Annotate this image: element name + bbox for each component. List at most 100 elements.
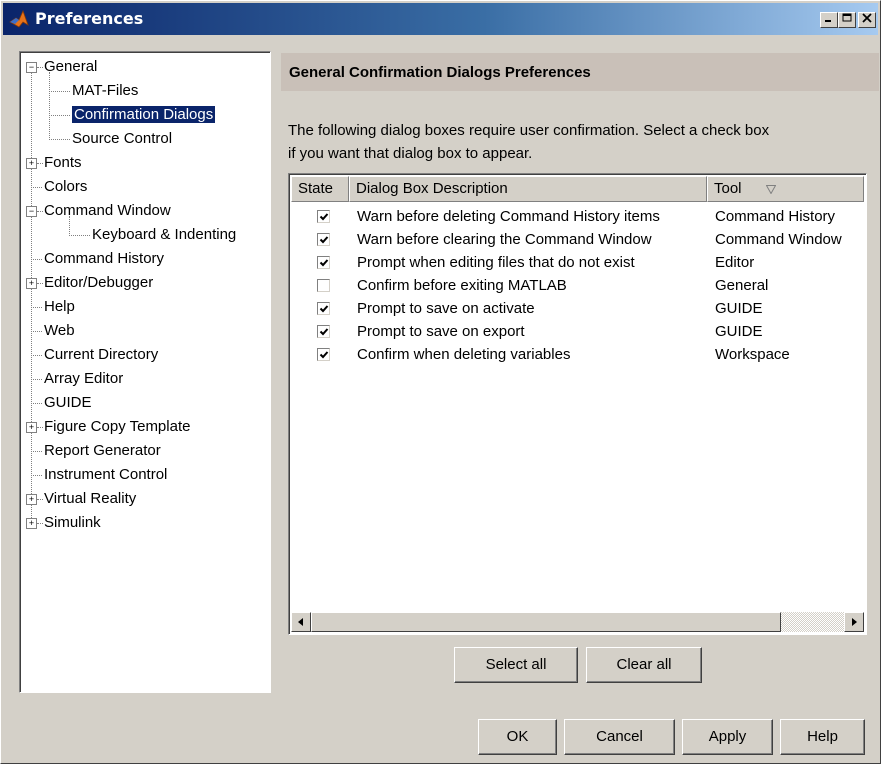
ok-button[interactable]: OK xyxy=(478,719,557,755)
tree-item-label: Virtual Reality xyxy=(44,490,137,507)
tree-connector-line xyxy=(37,499,43,500)
tree-item-label: General xyxy=(44,58,98,75)
tree-item-keyboard-indenting[interactable]: Keyboard & Indenting xyxy=(92,226,236,244)
matlab-logo-icon xyxy=(9,9,29,28)
tree-connector-line xyxy=(37,427,43,428)
expand-icon[interactable]: + xyxy=(26,278,37,289)
preferences-tree[interactable]: General − MAT-Files Confirmation Dialogs Sou… xyxy=(19,51,271,693)
scrollbar-thumb[interactable] xyxy=(311,612,781,632)
state-checkbox[interactable] xyxy=(317,325,330,338)
tree-item-source-control[interactable]: Source Control xyxy=(72,130,172,148)
title-bar[interactable]: Preferences xyxy=(3,3,878,35)
state-checkbox[interactable] xyxy=(317,348,330,361)
tree-item-label: Keyboard & Indenting xyxy=(92,226,237,243)
help-button[interactable]: Help xyxy=(780,719,865,755)
tree-connector-line xyxy=(49,91,70,92)
tree-item-command-history[interactable]: Command History xyxy=(44,250,164,268)
tree-item-instrument-control[interactable]: Instrument Control xyxy=(44,466,167,484)
tree-item-simulink[interactable]: Simulink xyxy=(44,514,101,532)
tree-connector-line xyxy=(69,235,90,236)
tree-item-command-window[interactable]: Command Window xyxy=(44,202,171,220)
tree-item-guide[interactable]: GUIDE xyxy=(44,394,92,412)
tool-cell: Workspace xyxy=(715,346,790,363)
table-row[interactable]: Prompt to save on activate GUIDE xyxy=(291,297,864,320)
preferences-window: Preferences General − MAT-Files Confirmatio… xyxy=(0,0,881,764)
table-row[interactable]: Confirm when deleting variables Workspace xyxy=(291,343,864,366)
checkmark-icon xyxy=(319,328,329,336)
scroll-left-button[interactable] xyxy=(291,612,311,632)
tree-item-current-directory[interactable]: Current Directory xyxy=(44,346,158,364)
table-row[interactable]: Warn before clearing the Command Window C… xyxy=(291,228,864,251)
tool-cell: GUIDE xyxy=(715,300,763,317)
sort-down-triangle-icon xyxy=(766,185,776,194)
tree-item-help[interactable]: Help xyxy=(44,298,75,316)
instruction-text: The following dialog boxes require user … xyxy=(288,119,873,165)
tree-item-editor-debugger[interactable]: Editor/Debugger xyxy=(44,274,153,292)
tree-connector-line xyxy=(31,451,42,452)
checkmark-icon xyxy=(319,305,329,313)
tree-item-confirmation-dialogs[interactable]: Confirmation Dialogs xyxy=(72,106,216,124)
table-row[interactable]: Prompt when editing files that do not ex… xyxy=(291,251,864,274)
close-button[interactable] xyxy=(858,12,876,28)
tree-item-general[interactable]: General xyxy=(44,58,97,76)
cancel-button[interactable]: Cancel xyxy=(564,719,675,755)
arrow-right-icon xyxy=(852,618,857,626)
minimize-button[interactable] xyxy=(820,12,838,28)
description-cell: Confirm when deleting variables xyxy=(357,346,571,363)
apply-button[interactable]: Apply xyxy=(682,719,773,755)
tree-item-web[interactable]: Web xyxy=(44,322,75,340)
tree-item-label: Editor/Debugger xyxy=(44,274,154,291)
select-all-button[interactable]: Select all xyxy=(454,647,578,683)
tree-connector-line xyxy=(37,523,43,524)
confirmation-table: State Dialog Box Description Tool Warn b… xyxy=(288,173,867,635)
table-row[interactable]: Confirm before exiting MATLAB General xyxy=(291,274,864,297)
tree-connector-line xyxy=(31,72,32,522)
collapse-icon[interactable]: − xyxy=(26,206,37,217)
tool-cell: GUIDE xyxy=(715,323,763,340)
state-checkbox[interactable] xyxy=(317,302,330,315)
tree-item-figure-copy-template[interactable]: Figure Copy Template xyxy=(44,418,190,436)
column-header-description-label: Dialog Box Description xyxy=(356,180,508,197)
scroll-right-button[interactable] xyxy=(844,612,864,632)
tree-item-virtual-reality[interactable]: Virtual Reality xyxy=(44,490,136,508)
column-header-state[interactable]: State xyxy=(291,176,349,202)
expand-icon[interactable]: + xyxy=(26,422,37,433)
table-row[interactable]: Prompt to save on export GUIDE xyxy=(291,320,864,343)
table-row[interactable]: Warn before deleting Command History ite… xyxy=(291,205,864,228)
tree-item-label: Confirmation Dialogs xyxy=(72,106,216,123)
state-checkbox[interactable] xyxy=(317,210,330,223)
state-checkbox[interactable] xyxy=(317,279,330,292)
tree-item-fonts[interactable]: Fonts xyxy=(44,154,82,172)
clear-all-button[interactable]: Clear all xyxy=(586,647,702,683)
state-checkbox[interactable] xyxy=(317,233,330,246)
tool-cell: Command Window xyxy=(715,231,842,248)
column-header-description[interactable]: Dialog Box Description xyxy=(349,176,707,202)
tool-cell: Command History xyxy=(715,208,836,225)
tree-item-label: Help xyxy=(44,298,75,315)
instruction-line-2: if you want that dialog box to appear. xyxy=(288,145,533,162)
tree-connector-line xyxy=(31,307,42,308)
tree-item-label: Command History xyxy=(44,250,165,267)
maximize-icon xyxy=(842,13,852,22)
instruction-line-1: The following dialog boxes require user … xyxy=(288,122,770,139)
state-checkbox[interactable] xyxy=(317,256,330,269)
expand-icon[interactable]: + xyxy=(26,518,37,529)
description-cell: Warn before deleting Command History ite… xyxy=(357,208,660,225)
description-cell: Warn before clearing the Command Window xyxy=(357,231,652,248)
tool-cell: General xyxy=(715,277,769,294)
collapse-icon[interactable]: − xyxy=(26,62,37,73)
expand-icon[interactable]: + xyxy=(26,494,37,505)
tree-item-mat-files[interactable]: MAT-Files xyxy=(72,82,138,100)
arrow-left-icon xyxy=(298,618,303,626)
horizontal-scrollbar[interactable] xyxy=(291,612,864,632)
tree-item-label: Report Generator xyxy=(44,442,161,459)
tree-item-report-generator[interactable]: Report Generator xyxy=(44,442,161,460)
tree-item-label: Fonts xyxy=(44,154,82,171)
tree-item-colors[interactable]: Colors xyxy=(44,178,87,196)
tree-connector-line xyxy=(37,163,43,164)
column-header-tool[interactable]: Tool xyxy=(707,176,864,202)
expand-icon[interactable]: + xyxy=(26,158,37,169)
tree-connector-line xyxy=(37,211,43,212)
maximize-button[interactable] xyxy=(838,12,856,28)
tree-item-array-editor[interactable]: Array Editor xyxy=(44,370,123,388)
